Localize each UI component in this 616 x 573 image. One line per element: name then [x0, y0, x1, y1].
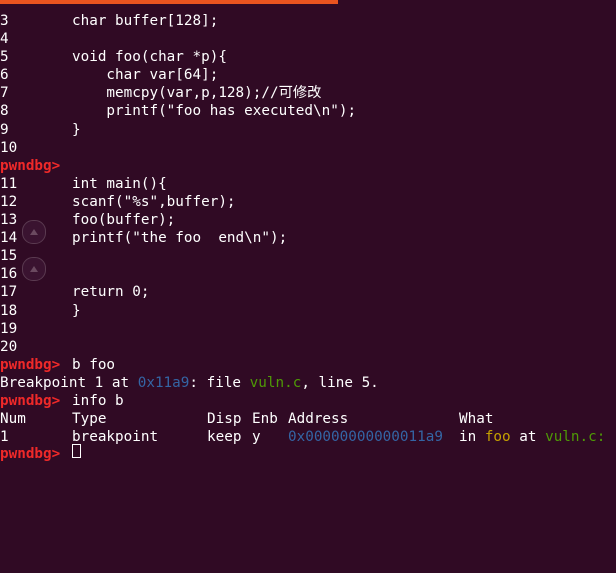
- pwndbg-prompt: pwndbg>: [0, 356, 61, 373]
- command-line: pwndbg> b foo: [0, 356, 616, 374]
- code-text: char buffer[128];: [72, 13, 219, 29]
- line-number: 16: [0, 266, 18, 283]
- result-address: 0x11a9: [137, 374, 190, 391]
- source-line: 14 printf("the foo end\n");: [0, 229, 616, 247]
- line-number: 20: [0, 338, 18, 355]
- source-line: 13 foo(buffer);: [0, 211, 616, 229]
- source-line: 15: [0, 247, 616, 265]
- row-num: 1: [0, 429, 9, 446]
- header-disp: Disp: [207, 411, 242, 428]
- code-text: memcpy(var,p,128);//可修改: [72, 85, 322, 102]
- source-line: 20: [0, 338, 616, 356]
- line-number: 5: [0, 49, 9, 66]
- code-text: void foo(char *p){: [72, 49, 227, 66]
- line-number: 12: [0, 193, 18, 210]
- source-line: 10: [0, 139, 616, 157]
- row-enb: y: [252, 429, 261, 446]
- code-text: printf("the foo end\n");: [72, 230, 288, 247]
- line-number: 6: [0, 67, 9, 84]
- source-line: 3 char buffer[128];: [0, 12, 616, 30]
- terminal-output: 3 char buffer[128]; 4 5 void foo(char *p){…: [0, 12, 616, 446]
- code-text: return 0;: [72, 284, 150, 301]
- pwndbg-prompt-cut: pwndbg>: [0, 446, 61, 462]
- source-line: 5 void foo(char *p){: [0, 48, 616, 66]
- header-num: Num: [0, 411, 26, 428]
- line-number: 13: [0, 212, 18, 229]
- command-text: b foo: [72, 356, 116, 373]
- source-line: 7 memcpy(var,p,128);//可修改: [0, 84, 616, 102]
- gutter-button[interactable]: [22, 257, 46, 281]
- source-line: 16: [0, 265, 616, 283]
- line-number: 15: [0, 248, 18, 265]
- pwndbg-prompt: pwndbg>: [0, 157, 61, 174]
- result-mid: : file: [189, 374, 250, 391]
- what-mid: at: [510, 429, 546, 446]
- code-text: foo(buffer);: [72, 212, 176, 229]
- source-line: 6 char var[64];: [0, 66, 616, 84]
- source-line: 17 return 0;: [0, 283, 616, 301]
- code-text: char var[64];: [72, 67, 219, 84]
- triangle-up-icon: [29, 227, 39, 237]
- result-prefix: Breakpoint 1 at: [0, 374, 138, 391]
- header-what: What: [459, 411, 494, 428]
- line-number: 9: [0, 121, 9, 138]
- row-what: in foo at vuln.c:: [459, 428, 605, 446]
- line-number: 17: [0, 284, 18, 301]
- code-text: int main(){: [72, 175, 167, 192]
- header-address: Address: [288, 411, 349, 428]
- source-line: 11 int main(){: [0, 175, 616, 193]
- line-number: 4: [0, 31, 9, 48]
- line-number: 10: [0, 139, 18, 156]
- result-file: vuln.c: [249, 374, 302, 391]
- command-text: info b: [72, 392, 124, 409]
- code-text: printf("foo has executed\n");: [72, 103, 357, 120]
- row-disp: keep: [207, 429, 242, 446]
- terminal-cursor[interactable]: [72, 444, 81, 458]
- line-number: 18: [0, 302, 18, 319]
- pwndbg-prompt: pwndbg>: [0, 392, 61, 409]
- line-number: 11: [0, 175, 18, 192]
- header-type: Type: [72, 411, 107, 428]
- source-line: 18}: [0, 302, 616, 320]
- what-prefix: in: [459, 429, 485, 446]
- source-line: 9}: [0, 121, 616, 139]
- source-line: 19: [0, 320, 616, 338]
- row-address: 0x00000000000011a9: [288, 429, 443, 446]
- triangle-up-icon: [29, 264, 39, 274]
- line-number: 8: [0, 103, 9, 120]
- source-line: 12 scanf("%s",buffer);: [0, 193, 616, 211]
- result-suffix: , line 5.: [301, 374, 379, 391]
- gutter-button[interactable]: [22, 220, 46, 244]
- prompt-line: pwndbg>: [0, 157, 616, 175]
- line-number: 14: [0, 230, 18, 247]
- code-text: }: [72, 302, 81, 319]
- source-line: 8 printf("foo has executed\n");: [0, 102, 616, 120]
- what-func: foo: [484, 429, 511, 446]
- line-number: 7: [0, 85, 9, 102]
- header-enb: Enb: [252, 411, 278, 428]
- breakpoint-table-header: Num Type Disp Enb Address What: [0, 410, 616, 428]
- row-type: breakpoint: [72, 429, 159, 446]
- command-line: pwndbg> info b: [0, 392, 616, 410]
- line-number: 3: [0, 13, 9, 29]
- code-text: scanf("%s",buffer);: [72, 193, 236, 210]
- source-line: 4: [0, 30, 616, 48]
- what-file: vuln.c:: [545, 429, 606, 446]
- line-number: 19: [0, 320, 18, 337]
- progress-bar: [0, 0, 338, 4]
- breakpoint-result: Breakpoint 1 at 0x11a9: file vuln.c, lin…: [0, 374, 616, 392]
- breakpoint-table-row: 1 breakpoint keep y 0x00000000000011a9 i…: [0, 428, 616, 446]
- code-text: }: [72, 121, 81, 138]
